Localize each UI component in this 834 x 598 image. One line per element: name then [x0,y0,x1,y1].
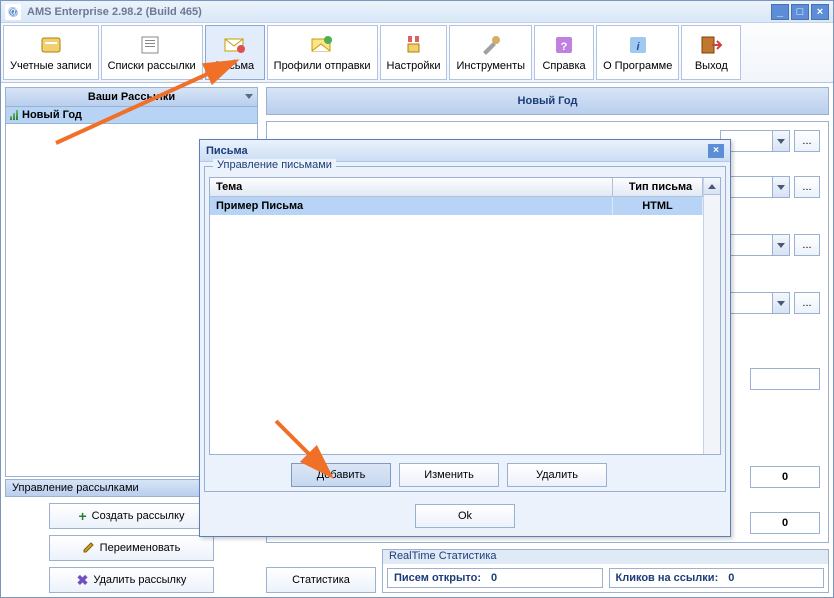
minimize-button[interactable]: _ [771,4,789,20]
svg-text:@: @ [8,6,19,18]
toolbar-label: Инструменты [456,60,525,72]
help-icon: ? [550,33,578,57]
campaigns-header: Ваши Рассылки [5,87,258,107]
grid-row[interactable]: Пример Письма HTML [210,197,703,215]
statistics-button[interactable]: Статистика [266,567,376,593]
campaign-icon [10,110,18,120]
toolbar-label: Выход [695,60,728,72]
counter-1: 0 [750,466,820,488]
col-type[interactable]: Тип письма [613,178,703,196]
counter-2: 0 [750,512,820,534]
row-type: HTML [613,197,703,215]
letters-dialog: Письма × Управление письмами Тема Тип пи… [199,139,731,537]
toolbar-exit[interactable]: Выход [681,25,741,80]
emails-opened-cell: Писем открыто:0 [387,568,603,588]
dialog-title: Письма [206,145,248,157]
window-title: AMS Enterprise 2.98.2 (Build 465) [27,6,771,18]
campaign-label: Новый Год [22,109,82,121]
settings-icon [400,33,428,57]
create-campaign-button[interactable]: + Создать рассылку [49,503,214,529]
browse-2-button[interactable]: ... [794,176,820,198]
letters-grid[interactable]: Тема Тип письма Пример Письма HTML [209,177,721,455]
toolbar-label: Настройки [387,60,441,72]
realtime-stats-header: RealTime Статистика [383,550,828,564]
col-subject[interactable]: Тема [210,178,613,196]
row-subject: Пример Письма [210,197,613,215]
toolbar-tools[interactable]: Инструменты [449,25,532,80]
rename-campaign-button[interactable]: Переименовать [49,535,214,561]
plus-icon: + [78,508,86,524]
toolbar-settings[interactable]: Настройки [380,25,448,80]
campaign-title: Новый Год [267,88,828,114]
browse-4-button[interactable]: ... [794,292,820,314]
edit-letter-button[interactable]: Изменить [399,463,499,487]
exit-icon [697,33,725,57]
letters-icon [221,33,249,57]
dialog-close-button[interactable]: × [708,144,724,158]
delete-campaign-button[interactable]: ✖ Удалить рассылку [49,567,214,593]
grid-header: Тема Тип письма [210,178,703,197]
toolbar-accounts[interactable]: Учетные записи [3,25,99,80]
campaign-title-panel: Новый Год [266,87,829,115]
accounts-icon [37,33,65,57]
toolbar-label: Списки рассылки [108,60,196,72]
pencil-icon [83,541,95,556]
toolbar-label: О Программе [603,60,672,72]
app-icon: @ [5,4,21,20]
dialog-ok-button[interactable]: Ok [415,504,515,528]
add-letter-button[interactable]: Добавить [291,463,391,487]
link-clicks-cell: Кликов на ссылки:0 [609,568,825,588]
toolbar-letters[interactable]: Письма [205,25,265,80]
x-icon: ✖ [77,572,89,589]
svg-text:?: ? [561,41,568,53]
about-icon: i [624,33,652,57]
toolbar-help[interactable]: ? Справка [534,25,594,80]
browse-1-button[interactable]: ... [794,130,820,152]
profiles-icon [308,33,336,57]
tools-icon [477,33,505,57]
toolbar-label: Учетные записи [10,60,92,72]
toolbar-label: Справка [542,60,585,72]
realtime-stats-group: RealTime Статистика Писем открыто:0 Клик… [382,549,829,593]
group-label: Управление письмами [213,159,336,171]
titlebar: @ AMS Enterprise 2.98.2 (Build 465) _ □ … [1,1,833,23]
delete-letter-button[interactable]: Удалить [507,463,607,487]
maximize-button[interactable]: □ [791,4,809,20]
browse-3-button[interactable]: ... [794,234,820,256]
grid-scrollbar[interactable] [703,178,720,454]
toolbar-about[interactable]: i О Программе [596,25,679,80]
lists-icon [138,33,166,57]
toolbar-lists[interactable]: Списки рассылки [101,25,203,80]
campaign-item[interactable]: Новый Год [6,107,257,124]
sort-icon[interactable] [245,94,253,99]
manage-letters-group: Управление письмами Тема Тип письма Прим… [204,166,726,492]
toolbar-profiles[interactable]: Профили отправки [267,25,378,80]
close-button[interactable]: × [811,4,829,20]
main-toolbar: Учетные записи Списки рассылки Письма Пр… [1,23,833,83]
toolbar-label: Письма [215,60,254,72]
text-input[interactable] [750,368,820,390]
toolbar-label: Профили отправки [274,60,371,72]
